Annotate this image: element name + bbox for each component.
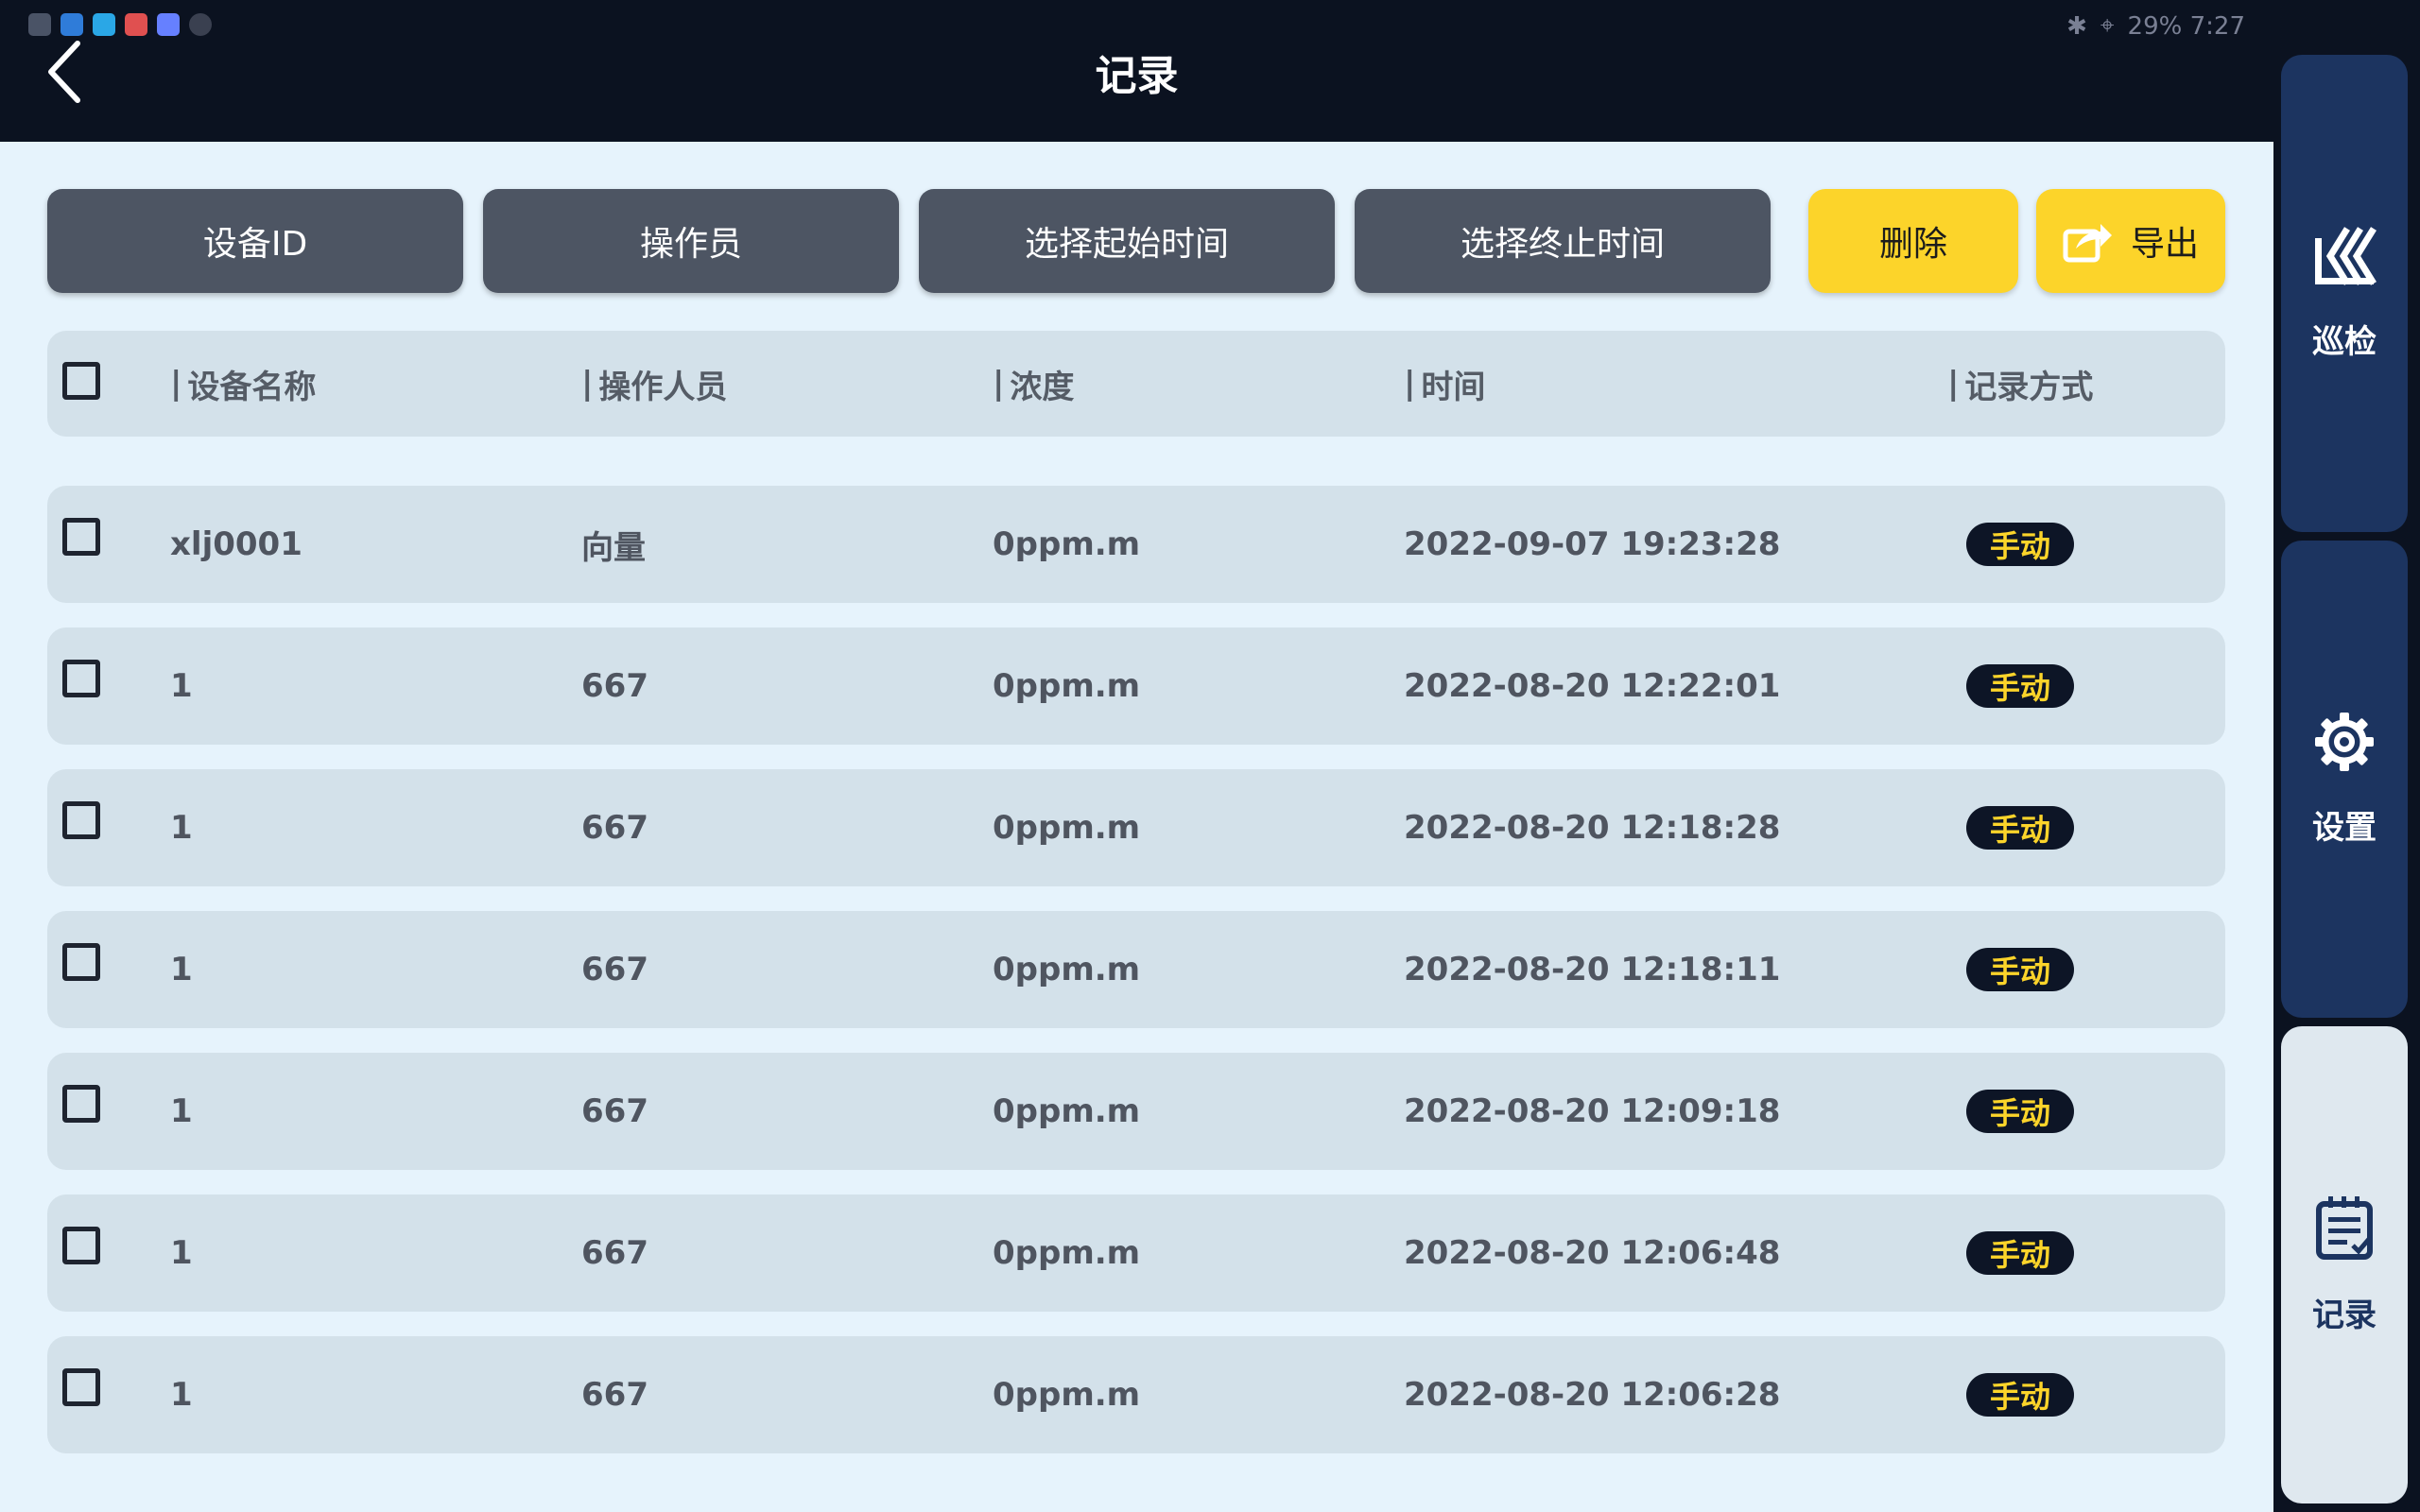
table-row[interactable]: 1 667 0ppm.m 2022-08-20 12:09:18 手动 [47,1053,2225,1170]
table-row[interactable]: 1 667 0ppm.m 2022-08-20 12:06:48 手动 [47,1194,2225,1312]
cell-concentration: 0ppm.m [993,667,1141,705]
row-checkbox[interactable] [62,943,100,981]
cell-concentration: 0ppm.m [993,1092,1141,1130]
nav-item-inspection[interactable]: 巡检 [2281,55,2408,532]
settings-status-icon [189,13,212,36]
cell-time: 2022-08-20 12:18:11 [1404,951,1781,988]
search-app-icon [93,13,115,36]
cell-time: 2022-08-20 12:06:48 [1404,1234,1781,1272]
gear-icon [2315,713,2374,771]
music-app-icon [157,13,180,36]
delete-label: 删除 [1878,225,1947,264]
device-id-filter-button[interactable]: 设备ID [47,189,463,293]
end-time-button[interactable]: 选择终止时间 [1355,189,1771,293]
cell-device-name: 1 [170,809,193,847]
select-all-checkbox[interactable] [62,362,100,400]
page-title: 记录 [1095,52,1179,100]
cell-concentration: 0ppm.m [993,525,1141,563]
cell-time: 2022-08-20 12:22:01 [1404,667,1781,705]
wifi-icon [28,13,51,36]
record-method-badge: 手动 [1966,1231,2074,1275]
start-time-button[interactable]: 选择起始时间 [919,189,1335,293]
location-icon: ⌖ [2100,11,2115,40]
header-record-method: 记录方式 [1947,331,2093,437]
table-header: 设备名称 操作人员 浓度 时间 记录方式 [47,331,2225,437]
row-checkbox[interactable] [62,1227,100,1264]
cell-time: 2022-08-20 12:09:18 [1404,1092,1781,1130]
main-content: 设备ID 操作员 选择起始时间 选择终止时间 删除 导出 设备名称 操作人员 浓… [0,142,2273,1512]
inspection-icon [2315,227,2377,285]
table-row[interactable]: 1 667 0ppm.m 2022-08-20 12:18:11 手动 [47,911,2225,1028]
cell-operator: 向量 [581,528,646,567]
cell-concentration: 0ppm.m [993,809,1141,847]
header-time: 时间 [1404,331,1485,437]
row-checkbox[interactable] [62,660,100,697]
status-right: ✱ ⌖ 29% 7:27 [2066,11,2245,41]
row-checkbox[interactable] [62,1085,100,1123]
cell-concentration: 0ppm.m [993,1234,1141,1272]
status-text: 29% 7:27 [2127,11,2245,41]
header-operator: 操作人员 [581,331,727,437]
row-checkbox[interactable] [62,518,100,556]
export-button[interactable]: 导出 [2036,189,2225,293]
record-method-badge: 手动 [1966,1090,2074,1133]
cell-device-name: xlj0001 [170,525,302,563]
nav-label-records: 记录 [2312,1297,2377,1334]
row-checkbox[interactable] [62,1368,100,1406]
row-checkbox[interactable] [62,801,100,839]
nav-item-records[interactable]: 记录 [2281,1026,2408,1503]
export-label: 导出 [2130,225,2199,264]
cell-operator: 667 [581,1234,648,1272]
table-row[interactable]: 1 667 0ppm.m 2022-08-20 12:22:01 手动 [47,627,2225,745]
nav-item-settings[interactable]: 设置 [2281,541,2408,1018]
record-method-badge: 手动 [1966,806,2074,850]
cell-device-name: 1 [170,951,193,988]
record-method-badge: 手动 [1966,948,2074,991]
cell-time: 2022-08-20 12:18:28 [1404,809,1781,847]
nav-label-inspection: 巡检 [2312,323,2377,361]
cell-device-name: 1 [170,1376,193,1414]
header-device-name: 设备名称 [170,331,316,437]
cell-operator: 667 [581,1376,648,1414]
store-app-icon [125,13,147,36]
operator-filter-button[interactable]: 操作员 [483,189,899,293]
app-notification-icon [60,13,83,36]
cell-operator: 667 [581,667,648,705]
bluetooth-icon: ✱ [2066,11,2087,41]
table-row[interactable]: xlj0001 向量 0ppm.m 2022-09-07 19:23:28 手动 [47,486,2225,603]
record-method-badge: 手动 [1966,523,2074,566]
cell-device-name: 1 [170,667,193,705]
header-concentration: 浓度 [993,331,1074,437]
nav-label-settings: 设置 [2312,809,2377,847]
cell-operator: 667 [581,951,648,988]
cell-time: 2022-09-07 19:23:28 [1404,525,1781,563]
table-row[interactable]: 1 667 0ppm.m 2022-08-20 12:18:28 手动 [47,769,2225,886]
record-method-badge: 手动 [1966,1373,2074,1417]
table-row[interactable]: 1 667 0ppm.m 2022-08-20 12:06:28 手动 [47,1336,2225,1453]
delete-button[interactable]: 删除 [1808,189,2018,293]
side-nav: 巡检 设置 记录 [2273,0,2420,1512]
record-method-badge: 手动 [1966,664,2074,708]
top-bar: ✱ ⌖ 29% 7:27 记录 [0,0,2273,142]
cell-device-name: 1 [170,1092,193,1130]
cell-time: 2022-08-20 12:06:28 [1404,1376,1781,1414]
cell-operator: 667 [581,809,648,847]
status-icons [28,13,212,36]
cell-concentration: 0ppm.m [993,951,1141,988]
record-icon [2316,1196,2373,1260]
share-icon [2063,224,2112,263]
cell-operator: 667 [581,1092,648,1130]
cell-concentration: 0ppm.m [993,1376,1141,1414]
cell-device-name: 1 [170,1234,193,1272]
